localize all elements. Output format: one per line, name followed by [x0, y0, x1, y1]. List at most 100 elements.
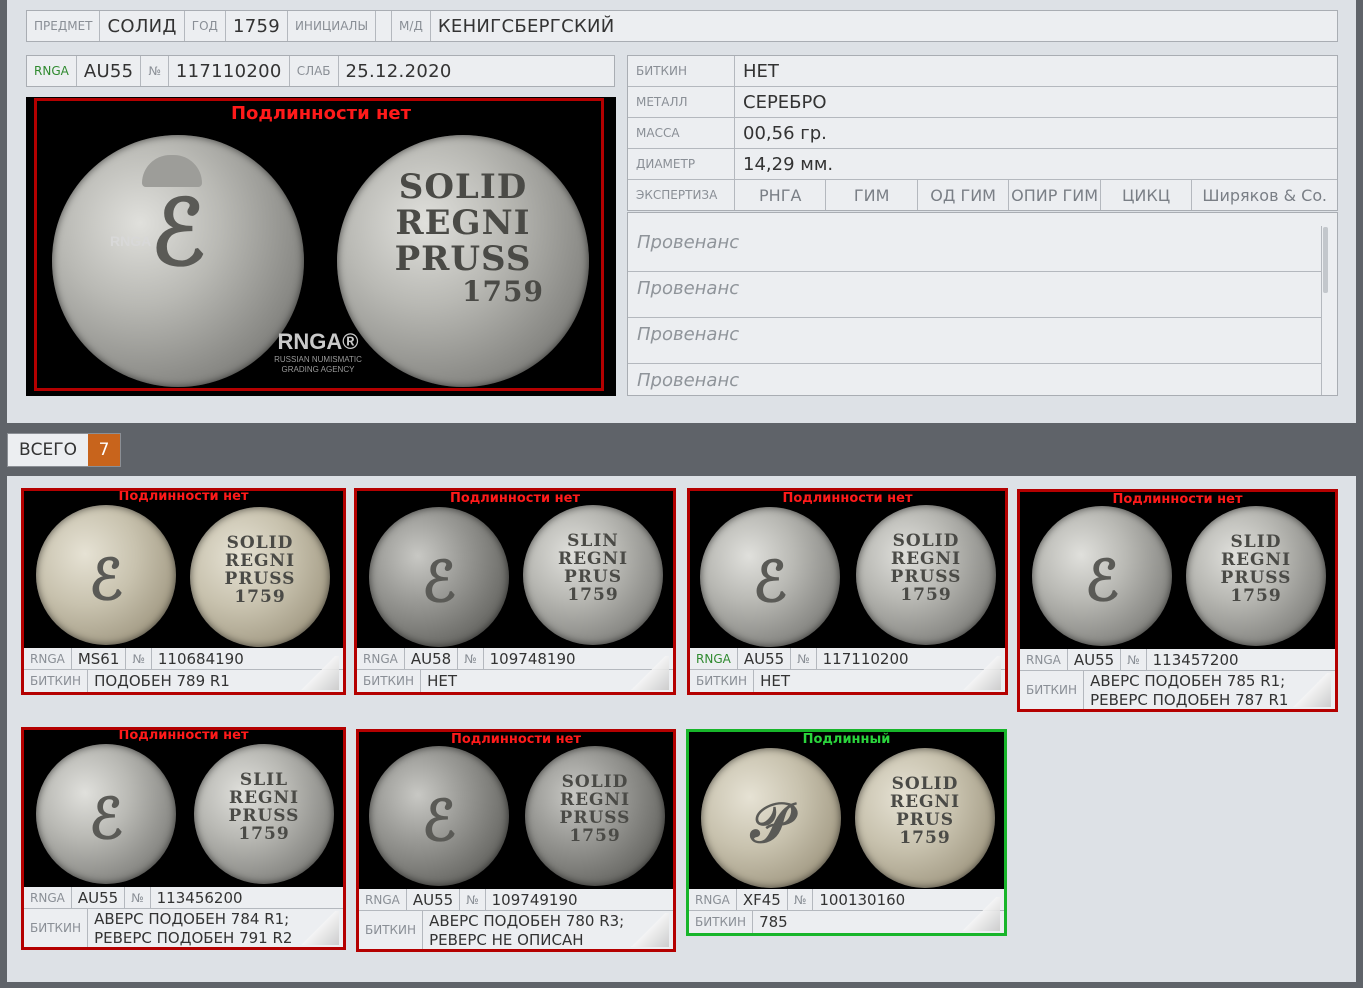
- provenance-item[interactable]: Провенанс: [628, 364, 1322, 395]
- card-authenticity: Подлинности нет: [449, 491, 581, 506]
- coin-card[interactable]: Подлинности нет ℰ SOLID REGNI PRUSS 1759 RN…: [21, 488, 346, 695]
- card-authenticity: Подлинный: [802, 732, 891, 747]
- expertise-od-gim[interactable]: ОД ГИМ: [918, 180, 1010, 210]
- main-coin-image[interactable]: Подлинности нет ℰ RNGA SOLID REGNI PRUSS…: [26, 97, 616, 396]
- coin-card[interactable]: Подлинности нет ℰ SLIN REGNI PRUS 1759 RNGA…: [354, 488, 676, 695]
- subject-value: СОЛИД: [100, 11, 185, 41]
- detail-row-metal: МЕТАЛЛ СЕРЕБРО: [628, 87, 1337, 118]
- mint-value: КЕНИГСБЕРГСКИЙ: [437, 15, 615, 37]
- card-bitkin-label: БИТКИН: [359, 911, 424, 949]
- card-reverse: SOLID REGNI PRUS 1759: [855, 748, 995, 888]
- total-label: ВСЕГО: [8, 434, 89, 466]
- card-obverse: ℰ: [369, 507, 509, 647]
- card-grade: AU55: [1068, 649, 1122, 670]
- detail-label: МАССА: [628, 118, 735, 148]
- detail-row-diameter: ДИАМЕТР 14,29 мм.: [628, 149, 1337, 180]
- expertise-opir-gim[interactable]: ОПИР ГИМ: [1009, 180, 1101, 210]
- card-grade: AU55: [738, 648, 792, 669]
- card-num-label: №: [791, 648, 817, 669]
- legend-line-4: 1759: [462, 275, 544, 309]
- page-curl-icon: [959, 656, 1001, 690]
- rnga-logo: RNGA® RUSSIAN NUMISMATIC GRADING AGENCY: [258, 329, 378, 375]
- provenance-item[interactable]: Провенанс: [628, 226, 1322, 272]
- card-agency: RNGA: [1020, 649, 1068, 670]
- total-count-badge: 7: [88, 434, 121, 466]
- card-bitkin-label: БИТКИН: [690, 670, 755, 692]
- year-label: ГОД: [185, 11, 226, 41]
- coin-card[interactable]: Подлинный 𝒫 SOLID REGNI PRUS 1759 RNGA XF45 №…: [686, 729, 1007, 936]
- agency-label: RNGA: [27, 56, 77, 86]
- detail-row-mass: МАССА 00,56 гр.: [628, 118, 1337, 149]
- card-num-label: №: [788, 889, 814, 910]
- grading-row: RNGA AU55 № 117110200 СЛАБ 25.12.2020: [26, 55, 615, 87]
- card-reverse: SLIN REGNI PRUS 1759: [523, 505, 663, 645]
- subject-label: ПРЕДМЕТ: [27, 11, 101, 41]
- card-authenticity: Подлинности нет: [118, 730, 249, 743]
- detail-label: МЕТАЛЛ: [628, 87, 735, 117]
- card-agency: RNGA: [359, 889, 407, 910]
- detail-label: ДИАМЕТР: [628, 149, 735, 179]
- watermark-text: RNGA: [110, 233, 152, 249]
- detail-row-bitkin: БИТКИН НЕТ: [628, 56, 1337, 87]
- authenticity-label: Подлинности нет: [230, 103, 412, 124]
- detail-value: НЕТ: [743, 60, 779, 82]
- legend-line-1: SOLID: [398, 167, 528, 208]
- detail-value: 00,56 гр.: [743, 122, 827, 144]
- card-number: 113457200: [1152, 650, 1239, 669]
- detail-label: БИТКИН: [628, 56, 735, 86]
- details-table: БИТКИН НЕТ МЕТАЛЛ СЕРЕБРО МАССА 00,56 гр…: [627, 55, 1338, 211]
- card-bitkin-label: БИТКИН: [24, 670, 89, 692]
- provenance-item[interactable]: Провенанс: [628, 318, 1322, 364]
- card-obverse: ℰ: [36, 505, 176, 645]
- card-num-label: №: [126, 648, 152, 669]
- page-curl-icon: [627, 656, 669, 690]
- detail-row-expertise: ЭКСПЕРТИЗА РНГА ГИМ ОД ГИМ ОПИР ГИМ ЦИКЦ…: [628, 180, 1337, 210]
- coin-card[interactable]: Подлинности нет ℰ SLID REGNI PRUSS 1759 RNG…: [1017, 489, 1338, 712]
- card-reverse: SOLID REGNI PRUSS 1759: [525, 746, 665, 886]
- card-num-label: №: [125, 887, 151, 908]
- expertise-label: ЭКСПЕРТИЗА: [628, 180, 735, 210]
- card-number: 109749190: [491, 890, 578, 909]
- card-reverse: SLIL REGNI PRUSS 1759: [194, 744, 334, 884]
- card-obverse: ℰ: [1032, 506, 1172, 646]
- card-bitkin-label: БИТКИН: [24, 909, 89, 947]
- provenance-item[interactable]: Провенанс: [628, 272, 1322, 318]
- provenance-scrollbar[interactable]: [1323, 227, 1328, 293]
- card-grade: XF45: [737, 889, 788, 910]
- coin-card[interactable]: Подлинности нет ℰ SLIL REGNI PRUSS 1759 RNG…: [21, 727, 346, 950]
- initials-label: ИНИЦИАЛЫ: [288, 11, 377, 41]
- expertise-shiryakov[interactable]: Ширяков & Co.: [1192, 180, 1337, 210]
- total-counter: ВСЕГО 7: [7, 433, 122, 467]
- initials-value: [376, 11, 393, 41]
- card-agency: RNGA: [24, 648, 72, 669]
- year-value: 1759: [226, 11, 288, 41]
- legend-line-2: REGNI: [395, 202, 531, 243]
- card-grade: AU55: [72, 887, 126, 908]
- expertise-rnga[interactable]: РНГА: [735, 180, 827, 210]
- page-curl-icon: [1289, 673, 1331, 707]
- page-curl-icon: [297, 911, 339, 945]
- legend-line-3: PRUSS: [394, 238, 532, 279]
- number-value: 117110200: [169, 56, 290, 86]
- card-agency: RNGA: [689, 889, 737, 910]
- rnga-logo-sub: RUSSIAN NUMISMATIC GRADING AGENCY: [274, 355, 362, 374]
- card-authenticity: Подлинности нет: [450, 732, 582, 747]
- detail-value: СЕРЕБРО: [743, 91, 827, 113]
- card-num-label: №: [1121, 649, 1147, 670]
- page-curl-icon: [297, 656, 339, 690]
- rnga-logo-text: RNGA®: [277, 329, 359, 354]
- coin-card[interactable]: Подлинности нет ℰ SOLID REGNI PRUSS 1759 RN…: [687, 488, 1008, 695]
- expertise-cikc[interactable]: ЦИКЦ: [1101, 180, 1193, 210]
- coin-card[interactable]: Подлинности нет ℰ SOLID REGNI PRUSS 1759 RN…: [356, 729, 676, 952]
- expertise-tabs: РНГА ГИМ ОД ГИМ ОПИР ГИМ ЦИКЦ Ширяков & …: [735, 180, 1337, 210]
- slab-label: СЛАБ: [290, 56, 339, 86]
- grade-value: AU55: [77, 56, 142, 86]
- card-grade: AU55: [407, 889, 461, 910]
- card-num-label: №: [458, 648, 484, 669]
- card-reverse: SLID REGNI PRUSS 1759: [1186, 506, 1326, 646]
- card-authenticity: Подлинности нет: [118, 491, 249, 504]
- card-agency: RNGA: [690, 648, 738, 669]
- provenance-list[interactable]: Провенанс Провенанс Провенанс Провенанс: [627, 212, 1338, 396]
- card-grade: AU58: [405, 648, 459, 669]
- expertise-gim[interactable]: ГИМ: [826, 180, 918, 210]
